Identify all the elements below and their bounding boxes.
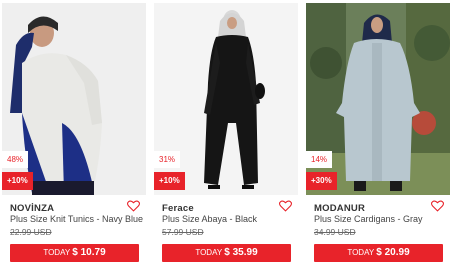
today-label: TODAY [347,248,375,257]
product-name[interactable]: Plus Size Knit Tunics - Navy Blue [10,214,143,224]
heart-icon[interactable] [431,200,444,212]
product-name[interactable]: Plus Size Abaya - Black [162,214,257,224]
heart-icon[interactable] [279,200,292,212]
heart-icon[interactable] [127,200,140,212]
discount-badge: 14% [306,151,333,168]
discount-badge: 31% [154,151,181,168]
extra-discount-badge: +10% [2,172,33,190]
product-card[interactable]: 31% +10% Ferace Plus Size Abaya - Black … [154,0,298,276]
today-price-button[interactable]: TODAY $ 35.99 [162,244,291,262]
old-price: 57.99 USD [162,227,204,237]
today-price: $ 10.79 [72,247,106,258]
product-brand: MODANUR [314,203,366,214]
today-label: TODAY [195,248,223,257]
today-price: $ 20.99 [376,247,410,258]
today-price: $ 35.99 [224,247,258,258]
old-price: 34.99 USD [314,227,356,237]
old-price: 22.99 USD [10,227,52,237]
today-price-button[interactable]: TODAY $ 10.79 [10,244,139,262]
product-card[interactable]: 14% +30% MODANUR Plus Size Cardigans - G… [306,0,450,276]
extra-discount-badge: +10% [154,172,185,190]
product-brand: Ferace [162,203,194,214]
extra-discount-badge: +30% [306,172,337,190]
today-label: TODAY [43,248,71,257]
today-price-button[interactable]: TODAY $ 20.99 [314,244,443,262]
product-card[interactable]: 48% +10% NOVİNZA Plus Size Knit Tunics -… [2,0,146,276]
product-brand: NOVİNZA [10,203,55,214]
product-name[interactable]: Plus Size Cardigans - Gray [314,214,423,224]
discount-badge: 48% [2,151,29,168]
product-grid: 48% +10% NOVİNZA Plus Size Knit Tunics -… [0,0,452,276]
